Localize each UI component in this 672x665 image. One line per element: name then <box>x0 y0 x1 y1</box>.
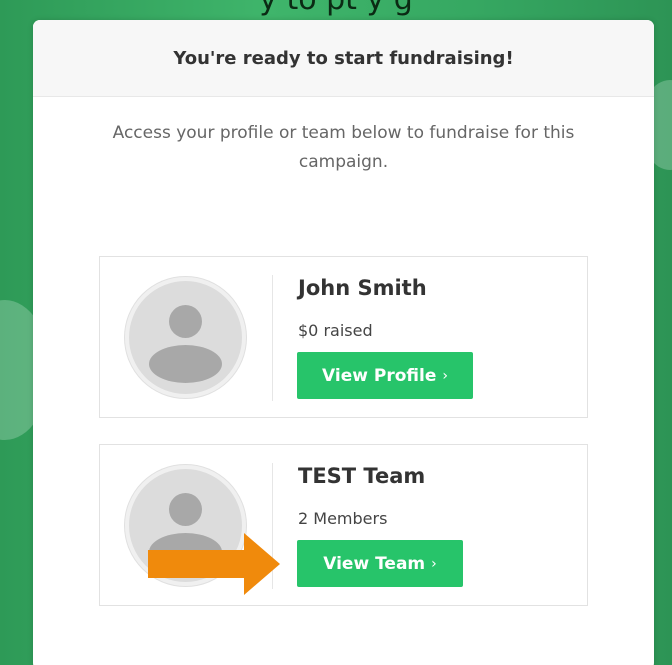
view-team-button[interactable]: View Team › <box>297 540 463 587</box>
profile-card: John Smith $0 raised View Profile › <box>99 256 588 418</box>
background-heading: y to pt y g <box>0 0 672 17</box>
avatar-head <box>169 493 202 526</box>
chevron-right-icon: › <box>442 367 448 384</box>
avatar-body <box>149 345 222 383</box>
modal-title: You're ready to start fundraising! <box>173 47 514 69</box>
view-team-button-label: View Team <box>323 553 426 574</box>
modal-intro-text: Access your profile or team below to fun… <box>112 123 575 172</box>
arrow-right-icon <box>148 533 280 595</box>
card-divider <box>272 275 273 401</box>
modal-header: You're ready to start fundraising! <box>33 20 654 97</box>
profile-name: John Smith <box>298 276 427 300</box>
team-name: TEST Team <box>298 464 426 488</box>
chevron-right-icon: › <box>431 555 437 572</box>
avatar-head <box>169 305 202 338</box>
view-profile-button-label: View Profile <box>322 365 437 386</box>
user-silhouette-icon <box>125 277 246 398</box>
team-member-count: 2 Members <box>298 509 388 528</box>
arrow-shape <box>148 533 280 595</box>
view-profile-button[interactable]: View Profile › <box>297 352 473 399</box>
fundraising-modal: You're ready to start fundraising! Acces… <box>33 20 654 665</box>
amount-raised: $0 raised <box>298 321 373 340</box>
